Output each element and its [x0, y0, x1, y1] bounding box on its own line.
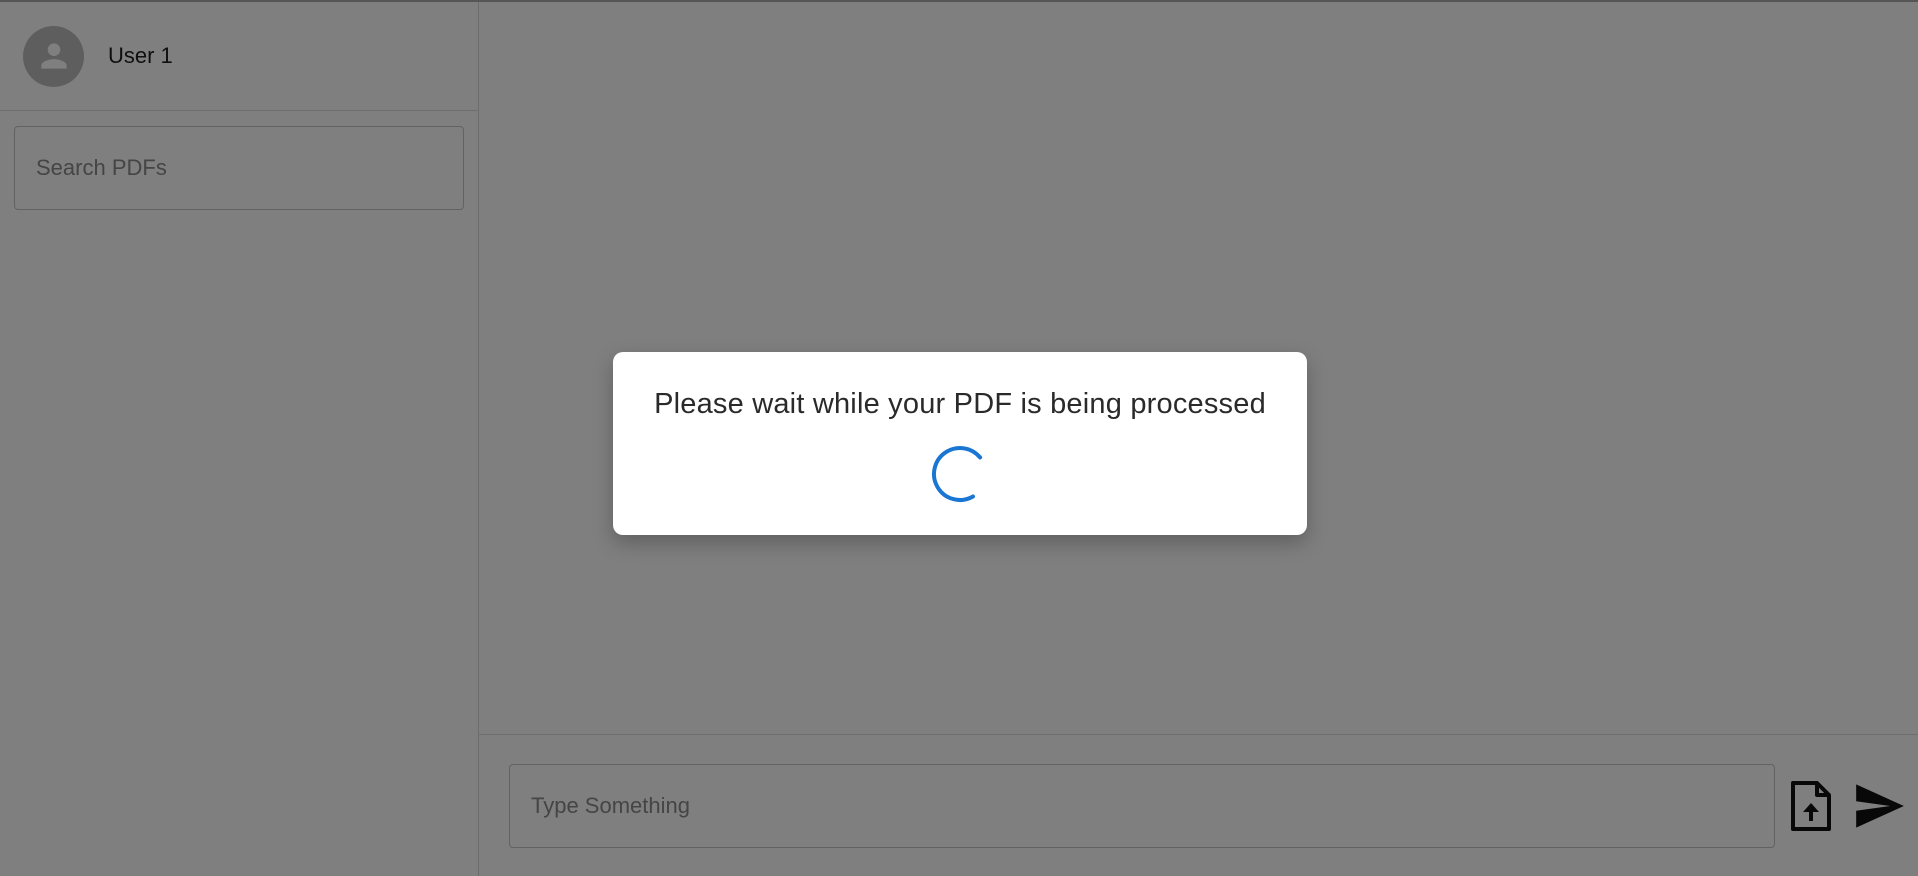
- app-root: User 1: [0, 0, 1918, 876]
- modal-backdrop: Please wait while your PDF is being proc…: [0, 2, 1918, 876]
- processing-dialog: Please wait while your PDF is being proc…: [613, 352, 1307, 535]
- loading-spinner-icon: [932, 446, 988, 502]
- processing-message: Please wait while your PDF is being proc…: [654, 388, 1266, 420]
